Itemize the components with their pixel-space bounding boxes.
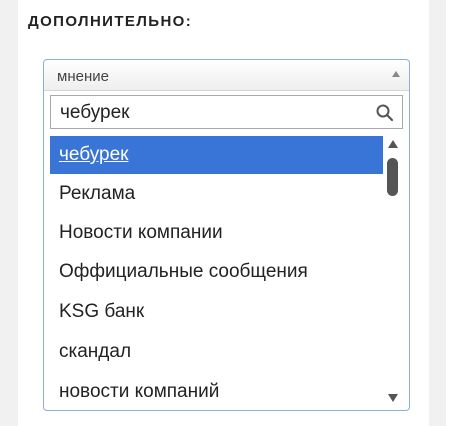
result-item[interactable]: новости компаний xyxy=(50,373,383,411)
result-item[interactable]: KSG банк xyxy=(50,293,383,331)
adjacent-panel xyxy=(446,0,458,426)
scroll-down-arrow-icon[interactable] xyxy=(388,394,398,402)
section-title: дополнительно: xyxy=(28,13,193,30)
select-head[interactable]: мнение xyxy=(44,60,409,91)
result-item[interactable]: Новости компании xyxy=(50,214,383,252)
chevron-up-icon[interactable] xyxy=(392,71,400,77)
result-item-highlighted[interactable]: чебурек xyxy=(50,136,383,174)
result-item[interactable]: скандал xyxy=(50,333,383,371)
scroll-up-arrow-icon[interactable] xyxy=(388,140,398,148)
scrollbar-thumb[interactable] xyxy=(387,158,398,196)
search-input[interactable]: чебурек xyxy=(50,95,403,129)
result-item[interactable]: Реклама xyxy=(50,175,383,213)
search-icon xyxy=(376,104,394,122)
select-current-value: мнение xyxy=(57,68,109,85)
result-item[interactable]: Оффициальные сообщения xyxy=(50,253,383,291)
results-list: чебурек Реклама Новости компании Оффициа… xyxy=(50,136,403,411)
results-scrollbar[interactable] xyxy=(385,136,401,411)
search-input-value: чебурек xyxy=(60,102,130,123)
